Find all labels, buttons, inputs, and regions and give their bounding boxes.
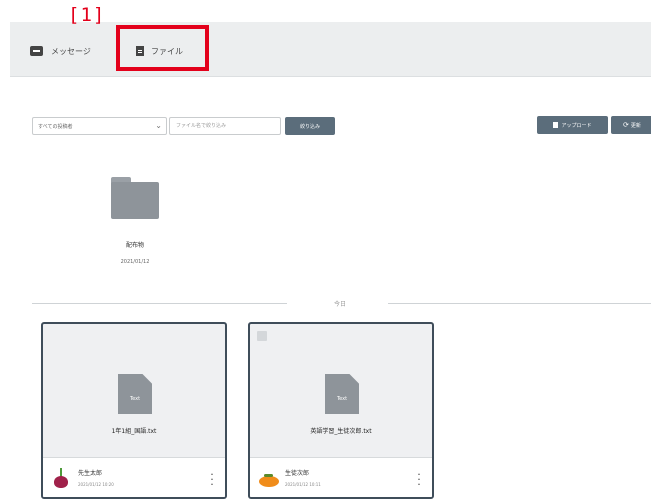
filter-button-label: 絞り込み <box>299 123 320 130</box>
annotation-label: [1] <box>68 4 106 26</box>
tab-messages-label: メッセージ <box>51 46 91 56</box>
text-file-icon: Text <box>118 374 152 414</box>
upload-timestamp: 2021/01/12 10:11 <box>285 482 321 487</box>
tab-bar: メッセージ ファイル <box>10 22 651 77</box>
refresh-button[interactable]: ⟳ 更新 <box>611 116 651 134</box>
upload-timestamp: 2021/01/12 10:20 <box>78 482 114 487</box>
select-checkbox[interactable] <box>257 331 267 341</box>
chevron-down-icon: ⌄ <box>155 121 162 130</box>
onion-avatar-icon <box>51 468 71 490</box>
file-name[interactable]: 1年1組_国語.txt <box>43 426 225 435</box>
file-card-footer: 先生太郎 2021/01/12 10:20 · · · <box>43 457 225 497</box>
persimmon-avatar-icon <box>258 470 279 490</box>
divider <box>388 303 651 304</box>
tab-messages[interactable]: メッセージ <box>30 42 91 60</box>
upload-button-label: アップロード <box>561 122 592 129</box>
folder-date: 2021/01/12 <box>120 259 150 265</box>
file-card[interactable]: Text 英語学習_生徒次郎.txt 生徒次郎 2021/01/12 10:11… <box>248 322 434 499</box>
message-icon <box>30 46 43 56</box>
more-options-icon[interactable]: · · · <box>209 469 215 490</box>
uploader-name: 先生太郎 <box>78 470 103 477</box>
file-name[interactable]: 英語学習_生徒次郎.txt <box>250 426 432 435</box>
filename-search-input[interactable] <box>169 117 281 135</box>
file-card[interactable]: Text 1年1組_国語.txt 先生太郎 2021/01/12 10:20 ·… <box>41 322 227 499</box>
uploader-name: 生徒次郎 <box>285 470 310 477</box>
file-type-label: Text <box>336 396 348 402</box>
refresh-button-label: 更新 <box>630 122 641 129</box>
app-frame: メッセージ ファイル すべての投稿者 ⌄ 絞り込み アップロード ⟳ 更新 配布… <box>10 22 651 499</box>
upload-icon <box>553 122 559 128</box>
highlight-box <box>116 25 209 71</box>
folder-icon[interactable] <box>111 177 159 219</box>
file-card-footer: 生徒次郎 2021/01/12 10:11 · · · <box>250 457 432 497</box>
author-filter-select[interactable]: すべての投稿者 ⌄ <box>32 117 167 135</box>
text-file-icon: Text <box>325 374 359 414</box>
refresh-icon: ⟳ <box>623 121 629 129</box>
divider <box>32 303 287 304</box>
author-filter-value: すべての投稿者 <box>38 123 73 130</box>
upload-button[interactable]: アップロード <box>537 116 608 134</box>
section-label: 今日 <box>333 301 346 308</box>
folder-name[interactable]: 配布物 <box>105 240 165 249</box>
file-type-label: Text <box>129 396 141 402</box>
filter-button[interactable]: 絞り込み <box>285 117 335 135</box>
more-options-icon[interactable]: · · · <box>416 469 422 490</box>
